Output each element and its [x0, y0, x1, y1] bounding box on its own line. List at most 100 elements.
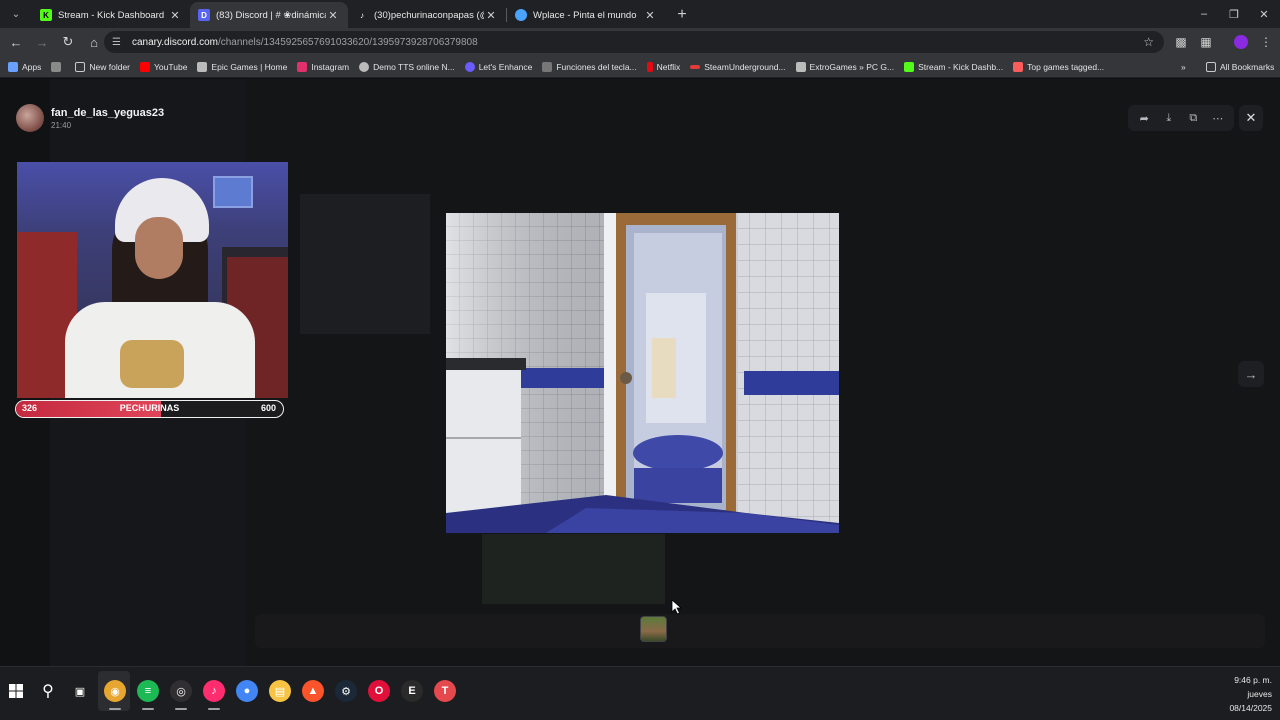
message-attachment — [482, 534, 665, 604]
close-tab-icon[interactable]: ✕ — [484, 9, 498, 22]
bookmark-grid[interactable] — [51, 61, 65, 72]
mouse-cursor-icon — [671, 599, 683, 615]
download-icon[interactable]: ⤓ — [1160, 109, 1178, 127]
itch-icon — [1013, 61, 1024, 72]
url-path: /channels/1345925657691033620/1395973928… — [217, 36, 478, 48]
windows-taskbar: ⚲ ▣ ◉ ≡ ◎ ♪ ● ▤ ▲ ⚙ O E T 9:46 p. m. jueves 08/14/… — [0, 666, 1280, 720]
folder-icon — [75, 61, 86, 72]
address-bar[interactable]: ☰ canary.discord.com/channels/1345925657… — [104, 31, 1164, 53]
tiktok-icon: ♪ — [360, 10, 364, 20]
image-thumbnail[interactable] — [640, 616, 667, 642]
obs-icon[interactable]: ◎ — [170, 680, 192, 710]
windows-start-icon[interactable] — [5, 680, 27, 702]
steam-icon[interactable]: ⚙ — [335, 680, 357, 702]
bookmark-instagram[interactable]: Instagram — [297, 61, 349, 72]
netflix-icon — [646, 61, 653, 72]
webcam-overlay — [17, 162, 288, 398]
chat-bubble-icon — [359, 61, 370, 72]
goal-target: 600 — [260, 403, 276, 413]
spotify-icon[interactable]: ≡ — [137, 680, 159, 710]
youtube-icon — [140, 61, 151, 72]
brave-icon[interactable]: ▲ — [302, 680, 324, 702]
profile-avatar[interactable] — [1232, 33, 1250, 51]
discord-icon: D — [198, 9, 210, 21]
extensions-puzzle-icon[interactable]: ▦ — [1197, 33, 1215, 51]
tab-discord[interactable]: D (83) Discord | # ❀dinámicas | P ✕ — [190, 2, 348, 28]
all-bookmarks-button[interactable]: All Bookmarks — [1206, 61, 1274, 72]
clock-time: 9:46 p. m. — [1234, 675, 1272, 685]
open-in-browser-icon[interactable]: ⧉ — [1184, 109, 1202, 127]
site-info-icon[interactable]: ☰ — [112, 37, 126, 48]
forward-icon[interactable]: ➦ — [1135, 109, 1153, 127]
bookmark-lets-enhance[interactable]: Let's Enhance — [464, 61, 532, 72]
new-tab-button[interactable]: + — [671, 4, 693, 26]
next-image-arrow-icon[interactable]: → — [1238, 361, 1264, 387]
home-button[interactable]: ⌂ — [82, 30, 106, 54]
clock-day: jueves — [1247, 689, 1272, 699]
uploader-name[interactable]: fan_de_las_yeguas23 — [51, 107, 164, 119]
epic-games-icon[interactable]: E — [401, 680, 423, 702]
browser-toolbar: ← → ↻ ⌂ ☰ canary.discord.com/channels/13… — [0, 28, 1280, 56]
folder-icon — [1206, 61, 1216, 72]
close-window-button[interactable]: ✕ — [1248, 0, 1280, 28]
tab-title: Wplace - Pinta el mundo — [533, 9, 637, 21]
close-tab-icon[interactable]: ✕ — [643, 9, 657, 22]
close-tab-icon[interactable]: ✕ — [168, 9, 182, 22]
avatar[interactable] — [16, 104, 44, 132]
more-options-icon[interactable]: ⋯ — [1209, 109, 1227, 127]
search-icon[interactable]: ⚲ — [37, 680, 59, 702]
chrome-icon[interactable]: ● — [236, 680, 258, 702]
person-face — [135, 217, 183, 279]
shirt-bear-print — [120, 340, 184, 388]
message-input — [255, 614, 1265, 648]
bookmark-top-games[interactable]: Top games tagged... — [1013, 61, 1104, 72]
opera-icon[interactable]: O — [368, 680, 390, 702]
enlarged-image[interactable] — [446, 213, 839, 533]
close-tab-icon[interactable]: ✕ — [326, 9, 340, 22]
reload-button[interactable]: ↻ — [56, 30, 80, 54]
url-host: canary.discord.com — [132, 36, 218, 48]
more-bookmarks-icon[interactable]: » — [1181, 62, 1186, 72]
file-explorer-icon[interactable]: ▤ — [269, 680, 291, 702]
bookmark-apps[interactable]: Apps — [8, 61, 41, 72]
bathroom-render — [446, 213, 839, 533]
tab-wplace[interactable]: Wplace - Pinta el mundo ✕ — [507, 2, 665, 28]
app-t-icon[interactable]: T — [434, 680, 456, 702]
bookmark-steamunderground[interactable]: SteamUnderground... — [690, 62, 786, 72]
browser-menu-icon[interactable]: ⋮ — [1257, 33, 1275, 51]
message-attachment — [300, 194, 430, 334]
bookmark-new-folder[interactable]: New folder — [75, 61, 130, 72]
clock-date: 08/14/2025 — [1229, 703, 1272, 713]
gamepad-icon — [795, 61, 806, 72]
bookmark-youtube[interactable]: YouTube — [140, 61, 187, 72]
tab-search-button[interactable]: ⌄ — [6, 4, 26, 24]
bookmark-star-icon[interactable]: ☆ — [1143, 35, 1154, 49]
bookmark-netflix[interactable]: Netflix — [646, 61, 680, 72]
kick-icon — [904, 61, 915, 72]
back-button[interactable]: ← — [4, 30, 28, 54]
goal-label: PECHURINAS — [119, 403, 180, 413]
kick-icon: K — [40, 9, 52, 21]
tab-tiktok[interactable]: ♪ (30)pechurinaconpapas (@gho ✕ — [348, 2, 506, 28]
forward-button[interactable]: → — [30, 30, 54, 54]
lets-enhance-icon — [464, 61, 475, 72]
bookmark-extrogames[interactable]: ExtroGames » PC G... — [795, 61, 894, 72]
bookmark-funciones-teclado[interactable]: Funciones del tecla... — [542, 61, 637, 72]
keyboard-icon — [542, 61, 553, 72]
bookmark-kick-dashboard[interactable]: Stream - Kick Dashb... — [904, 61, 1003, 72]
steamunderground-icon — [690, 64, 701, 69]
restore-window-button[interactable]: ❐ — [1218, 0, 1250, 28]
minimize-window-button[interactable]: – — [1188, 0, 1220, 28]
browser-tab-bar: ⌄ K Stream - Kick Dashboard ✕ D (83) Dis… — [0, 0, 1280, 28]
bookmark-epic-games[interactable]: Epic Games | Home — [197, 61, 287, 72]
tab-kick-dashboard[interactable]: K Stream - Kick Dashboard ✕ — [32, 2, 190, 28]
extension-icon[interactable]: ▩ — [1172, 33, 1190, 51]
chrome-canary-icon[interactable]: ◉ — [104, 680, 126, 710]
task-view-icon[interactable]: ▣ — [69, 680, 91, 702]
close-icon[interactable]: ✕ — [1239, 105, 1263, 131]
uploader-info: fan_de_las_yeguas23 21:40 — [16, 104, 164, 132]
bookmark-demo-tts[interactable]: Demo TTS online N... — [359, 61, 455, 72]
tiktok-icon[interactable]: ♪ — [203, 680, 225, 710]
system-clock[interactable]: 9:46 p. m. jueves 08/14/2025 — [1229, 673, 1272, 715]
grid-icon — [51, 61, 62, 72]
